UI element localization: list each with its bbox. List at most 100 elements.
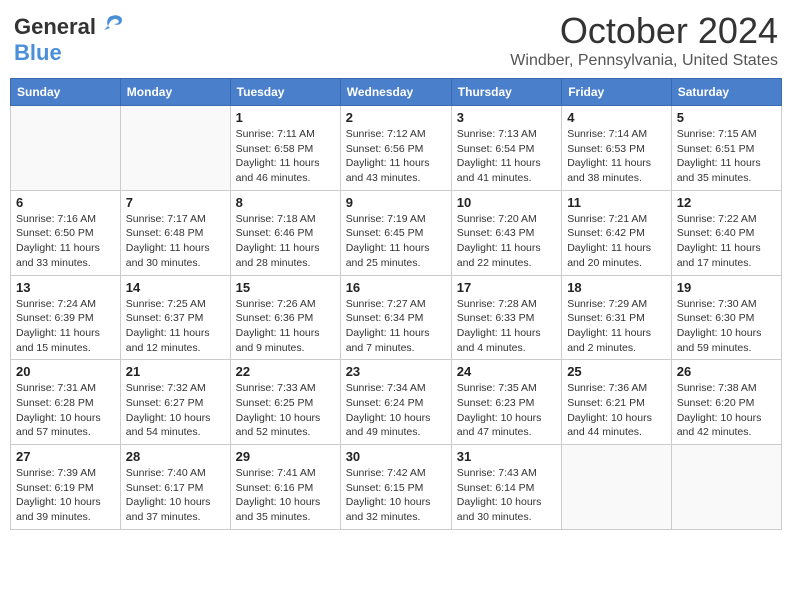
- day-info: Sunrise: 7:41 AM Sunset: 6:16 PM Dayligh…: [236, 466, 335, 525]
- calendar-cell: 8 Sunrise: 7:18 AM Sunset: 6:46 PM Daylig…: [230, 190, 340, 275]
- day-info: Sunrise: 7:29 AM Sunset: 6:31 PM Dayligh…: [567, 297, 666, 356]
- day-number: 27: [16, 449, 115, 464]
- calendar-cell: 30 Sunrise: 7:42 AM Sunset: 6:15 PM Dayli…: [340, 445, 451, 530]
- day-number: 18: [567, 280, 666, 295]
- calendar-cell: 16Sunrise: 7:27 AM Sunset: 6:34 PM Dayli…: [340, 275, 451, 360]
- day-number: 28: [126, 449, 225, 464]
- day-number: 26: [677, 364, 776, 379]
- day-number: 29: [236, 449, 335, 464]
- day-number: 13: [16, 280, 115, 295]
- col-header-sunday: Sunday: [11, 79, 121, 106]
- calendar-cell: 23 Sunrise: 7:34 AM Sunset: 6:24 PM Dayli…: [340, 360, 451, 445]
- day-info: Sunrise: 7:35 AM Sunset: 6:23 PM Dayligh…: [457, 381, 556, 440]
- day-info: Sunrise: 7:24 AM Sunset: 6:39 PM Dayligh…: [16, 297, 115, 356]
- calendar-cell: 19 Sunrise: 7:30 AM Sunset: 6:30 PM Dayli…: [671, 275, 781, 360]
- month-title: October 2024: [510, 10, 778, 52]
- col-header-friday: Friday: [562, 79, 672, 106]
- title-block: October 2024 Windber, Pennsylvania, Unit…: [510, 10, 778, 70]
- calendar-cell: 1 Sunrise: 7:11 AM Sunset: 6:58 PM Daylig…: [230, 106, 340, 191]
- day-info: Sunrise: 7:20 AM Sunset: 6:43 PM Dayligh…: [457, 212, 556, 271]
- calendar-cell: [11, 106, 121, 191]
- calendar-cell: 21Sunrise: 7:32 AM Sunset: 6:27 PM Dayli…: [120, 360, 230, 445]
- logo-blue: Blue: [14, 43, 62, 63]
- day-info: Sunrise: 7:15 AM Sunset: 6:51 PM Dayligh…: [677, 127, 776, 186]
- day-info: Sunrise: 7:28 AM Sunset: 6:33 PM Dayligh…: [457, 297, 556, 356]
- page-header: General Blue October 2024 Windber, Penns…: [10, 10, 782, 70]
- day-info: Sunrise: 7:39 AM Sunset: 6:19 PM Dayligh…: [16, 466, 115, 525]
- day-info: Sunrise: 7:36 AM Sunset: 6:21 PM Dayligh…: [567, 381, 666, 440]
- calendar-week-row: 27 Sunrise: 7:39 AM Sunset: 6:19 PM Dayli…: [11, 445, 782, 530]
- day-info: Sunrise: 7:42 AM Sunset: 6:15 PM Dayligh…: [346, 466, 446, 525]
- day-number: 1: [236, 110, 335, 125]
- day-number: 30: [346, 449, 446, 464]
- day-number: 11: [567, 195, 666, 210]
- calendar-cell: 7 Sunrise: 7:17 AM Sunset: 6:48 PM Daylig…: [120, 190, 230, 275]
- calendar-cell: 10Sunrise: 7:20 AM Sunset: 6:43 PM Dayli…: [451, 190, 561, 275]
- col-header-tuesday: Tuesday: [230, 79, 340, 106]
- col-header-thursday: Thursday: [451, 79, 561, 106]
- calendar-cell: 22Sunrise: 7:33 AM Sunset: 6:25 PM Dayli…: [230, 360, 340, 445]
- day-info: Sunrise: 7:13 AM Sunset: 6:54 PM Dayligh…: [457, 127, 556, 186]
- calendar-table: SundayMondayTuesdayWednesdayThursdayFrid…: [10, 78, 782, 530]
- day-number: 3: [457, 110, 556, 125]
- calendar-cell: 12 Sunrise: 7:22 AM Sunset: 6:40 PM Dayli…: [671, 190, 781, 275]
- day-info: Sunrise: 7:21 AM Sunset: 6:42 PM Dayligh…: [567, 212, 666, 271]
- day-info: Sunrise: 7:16 AM Sunset: 6:50 PM Dayligh…: [16, 212, 115, 271]
- calendar-cell: 11 Sunrise: 7:21 AM Sunset: 6:42 PM Dayli…: [562, 190, 672, 275]
- day-number: 2: [346, 110, 446, 125]
- day-info: Sunrise: 7:25 AM Sunset: 6:37 PM Dayligh…: [126, 297, 225, 356]
- day-number: 7: [126, 195, 225, 210]
- day-info: Sunrise: 7:11 AM Sunset: 6:58 PM Dayligh…: [236, 127, 335, 186]
- calendar-week-row: 20 Sunrise: 7:31 AM Sunset: 6:28 PM Dayli…: [11, 360, 782, 445]
- day-number: 16: [346, 280, 446, 295]
- day-number: 9: [346, 195, 446, 210]
- day-number: 8: [236, 195, 335, 210]
- day-info: Sunrise: 7:19 AM Sunset: 6:45 PM Dayligh…: [346, 212, 446, 271]
- day-info: Sunrise: 7:38 AM Sunset: 6:20 PM Dayligh…: [677, 381, 776, 440]
- calendar-cell: 17 Sunrise: 7:28 AM Sunset: 6:33 PM Dayli…: [451, 275, 561, 360]
- day-number: 12: [677, 195, 776, 210]
- calendar-cell: 31 Sunrise: 7:43 AM Sunset: 6:14 PM Dayli…: [451, 445, 561, 530]
- calendar-cell: 4 Sunrise: 7:14 AM Sunset: 6:53 PM Daylig…: [562, 106, 672, 191]
- day-number: 20: [16, 364, 115, 379]
- day-info: Sunrise: 7:33 AM Sunset: 6:25 PM Dayligh…: [236, 381, 335, 440]
- day-info: Sunrise: 7:30 AM Sunset: 6:30 PM Dayligh…: [677, 297, 776, 356]
- calendar-cell: 20 Sunrise: 7:31 AM Sunset: 6:28 PM Dayli…: [11, 360, 121, 445]
- day-info: Sunrise: 7:34 AM Sunset: 6:24 PM Dayligh…: [346, 381, 446, 440]
- col-header-monday: Monday: [120, 79, 230, 106]
- day-info: Sunrise: 7:22 AM Sunset: 6:40 PM Dayligh…: [677, 212, 776, 271]
- day-info: Sunrise: 7:31 AM Sunset: 6:28 PM Dayligh…: [16, 381, 115, 440]
- day-number: 17: [457, 280, 556, 295]
- calendar-header-row: SundayMondayTuesdayWednesdayThursdayFrid…: [11, 79, 782, 106]
- day-info: Sunrise: 7:43 AM Sunset: 6:14 PM Dayligh…: [457, 466, 556, 525]
- calendar-week-row: 1 Sunrise: 7:11 AM Sunset: 6:58 PM Daylig…: [11, 106, 782, 191]
- day-info: Sunrise: 7:14 AM Sunset: 6:53 PM Dayligh…: [567, 127, 666, 186]
- calendar-cell: 29 Sunrise: 7:41 AM Sunset: 6:16 PM Dayli…: [230, 445, 340, 530]
- calendar-cell: 14Sunrise: 7:25 AM Sunset: 6:37 PM Dayli…: [120, 275, 230, 360]
- calendar-cell: 15Sunrise: 7:26 AM Sunset: 6:36 PM Dayli…: [230, 275, 340, 360]
- calendar-cell: 28Sunrise: 7:40 AM Sunset: 6:17 PM Dayli…: [120, 445, 230, 530]
- calendar-cell: 27 Sunrise: 7:39 AM Sunset: 6:19 PM Dayli…: [11, 445, 121, 530]
- calendar-cell: 26 Sunrise: 7:38 AM Sunset: 6:20 PM Dayli…: [671, 360, 781, 445]
- calendar-cell: 25Sunrise: 7:36 AM Sunset: 6:21 PM Dayli…: [562, 360, 672, 445]
- day-number: 15: [236, 280, 335, 295]
- calendar-cell: 6Sunrise: 7:16 AM Sunset: 6:50 PM Daylig…: [11, 190, 121, 275]
- day-number: 4: [567, 110, 666, 125]
- day-number: 21: [126, 364, 225, 379]
- day-number: 5: [677, 110, 776, 125]
- calendar-week-row: 6Sunrise: 7:16 AM Sunset: 6:50 PM Daylig…: [11, 190, 782, 275]
- day-number: 19: [677, 280, 776, 295]
- logo: General Blue: [14, 10, 126, 63]
- calendar-cell: [562, 445, 672, 530]
- calendar-week-row: 13 Sunrise: 7:24 AM Sunset: 6:39 PM Dayli…: [11, 275, 782, 360]
- day-info: Sunrise: 7:18 AM Sunset: 6:46 PM Dayligh…: [236, 212, 335, 271]
- calendar-cell: [120, 106, 230, 191]
- day-info: Sunrise: 7:12 AM Sunset: 6:56 PM Dayligh…: [346, 127, 446, 186]
- day-number: 31: [457, 449, 556, 464]
- day-info: Sunrise: 7:17 AM Sunset: 6:48 PM Dayligh…: [126, 212, 225, 271]
- calendar-cell: [671, 445, 781, 530]
- calendar-cell: 13 Sunrise: 7:24 AM Sunset: 6:39 PM Dayli…: [11, 275, 121, 360]
- bird-icon: [98, 10, 126, 38]
- calendar-cell: 2 Sunrise: 7:12 AM Sunset: 6:56 PM Daylig…: [340, 106, 451, 191]
- day-number: 23: [346, 364, 446, 379]
